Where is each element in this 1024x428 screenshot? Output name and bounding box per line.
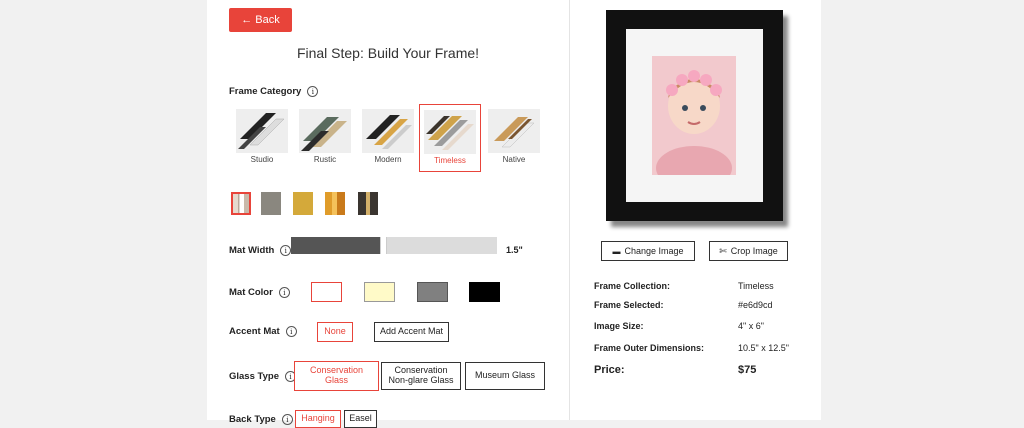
mat-width-value: 1.5" xyxy=(506,245,523,255)
builder-panel: ← Back Final Step: Build Your Frame! Fra… xyxy=(207,0,570,428)
frame-swatch[interactable] xyxy=(231,192,251,215)
image-size-value: 4" x 6" xyxy=(738,321,764,331)
back-hanging-button[interactable]: Hanging xyxy=(295,410,341,428)
info-icon[interactable]: i xyxy=(278,287,290,298)
outer-dimensions-value: 10.5" x 12.5" xyxy=(738,343,789,353)
accent-mat-label: Accent Mat i xyxy=(229,326,297,337)
frame-swatch[interactable] xyxy=(325,192,345,215)
category-label: Native xyxy=(502,155,526,164)
add-accent-mat-button[interactable]: Add Accent Mat xyxy=(374,322,449,342)
slider-fill xyxy=(291,237,382,254)
info-icon[interactable]: i xyxy=(280,245,292,256)
price-label: Price: xyxy=(594,364,625,376)
timeless-frame-icon xyxy=(424,110,476,154)
category-studio[interactable]: Studio xyxy=(231,104,293,172)
crop-image-button[interactable]: ✄ Crop Image xyxy=(709,241,788,261)
info-icon[interactable]: i xyxy=(307,86,319,97)
mat-color-white[interactable] xyxy=(311,282,342,302)
back-button[interactable]: ← Back xyxy=(229,8,292,32)
preview-panel: ▬ Change Image ✄ Crop Image Frame Collec… xyxy=(570,0,821,420)
back-easel-button[interactable]: Easel xyxy=(344,410,377,428)
glass-nonglare-button[interactable]: Conservation Non-glare Glass xyxy=(381,362,461,390)
price-value: $75 xyxy=(738,364,757,376)
category-label: Timeless xyxy=(434,156,466,165)
native-frame-icon xyxy=(488,109,540,153)
child-photo-image xyxy=(652,56,736,175)
mat-color-black[interactable] xyxy=(469,282,500,302)
frame-swatch[interactable] xyxy=(358,192,378,215)
frame-swatch[interactable] xyxy=(293,192,313,215)
scissors-icon: ✄ xyxy=(719,245,727,256)
glass-conservation-button[interactable]: Conservation Glass xyxy=(294,361,379,391)
glass-type-label: Glass Type i xyxy=(229,371,296,382)
modern-frame-icon xyxy=(362,109,414,153)
slider-thumb[interactable] xyxy=(379,237,387,254)
category-native[interactable]: Native xyxy=(483,104,545,172)
mat-color-cream[interactable] xyxy=(364,282,395,302)
glass-museum-button[interactable]: Museum Glass xyxy=(465,362,545,390)
page-title: Final Step: Build Your Frame! xyxy=(296,45,480,61)
category-label: Rustic xyxy=(313,155,337,164)
category-modern[interactable]: Modern xyxy=(357,104,419,172)
image-icon: ▬ xyxy=(612,246,621,256)
category-label: Modern xyxy=(374,155,402,164)
framed-preview xyxy=(606,10,783,221)
category-label: Studio xyxy=(250,155,274,164)
frame-category-label: Frame Category i xyxy=(229,86,319,97)
frame-swatch[interactable] xyxy=(261,192,281,215)
category-rustic[interactable]: Rustic xyxy=(294,104,356,172)
mat-preview xyxy=(626,29,763,202)
frame-selected-value: #e6d9cd xyxy=(738,300,773,310)
frame-selected-label: Frame Selected: xyxy=(594,300,664,310)
change-image-button[interactable]: ▬ Change Image xyxy=(601,241,695,261)
mat-width-label: Mat Width i xyxy=(229,245,292,256)
image-size-label: Image Size: xyxy=(594,321,644,331)
mat-color-label: Mat Color i xyxy=(229,287,290,298)
info-icon[interactable]: i xyxy=(285,326,297,337)
frame-collection-value: Timeless xyxy=(738,281,774,291)
category-timeless[interactable]: Timeless xyxy=(419,104,481,172)
mat-width-slider[interactable] xyxy=(291,237,497,254)
accent-none-button[interactable]: None xyxy=(317,322,353,342)
frame-collection-label: Frame Collection: xyxy=(594,281,671,291)
mat-color-gray[interactable] xyxy=(417,282,448,302)
outer-dimensions-label: Frame Outer Dimensions: xyxy=(594,343,705,353)
rustic-frame-icon xyxy=(299,109,351,153)
studio-frame-icon xyxy=(236,109,288,153)
